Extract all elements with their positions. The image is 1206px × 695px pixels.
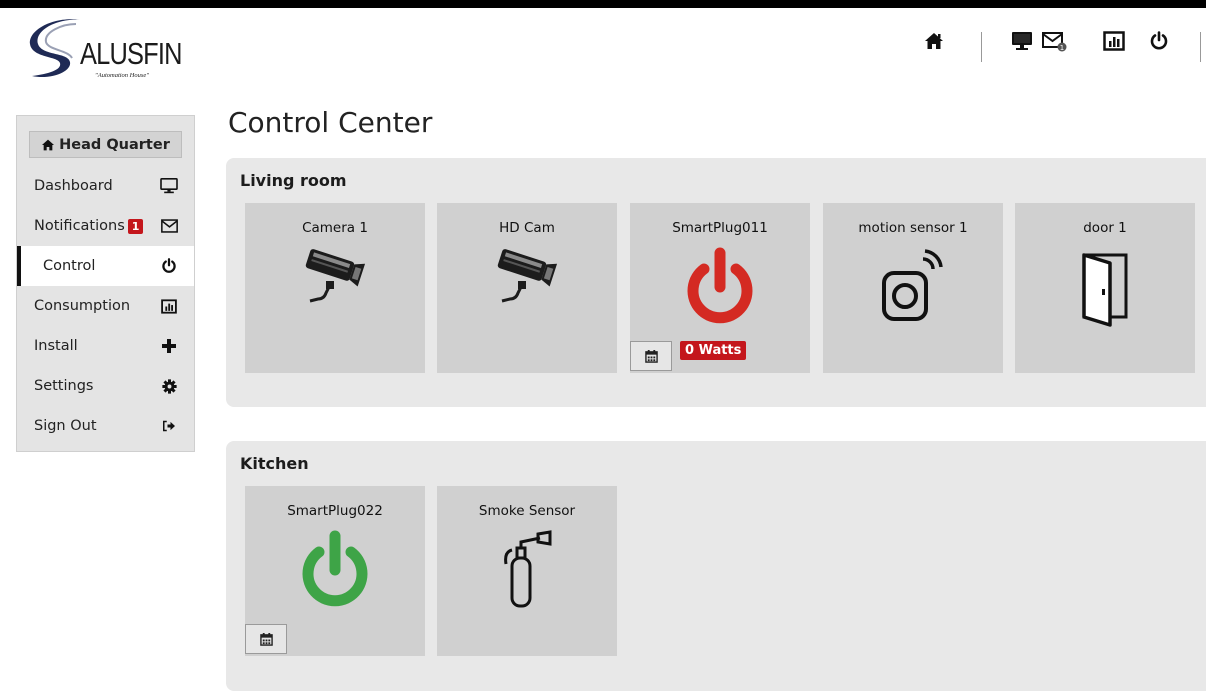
sidebar-item-label: Notifications (34, 218, 125, 234)
sidebar-item-install[interactable]: Install (17, 326, 194, 366)
room-panel-living-room: Living room Camera 1 HD Cam SmartPlug011… (226, 158, 1206, 407)
desktop-icon[interactable] (1009, 28, 1035, 54)
sidebar-item-label: Settings (34, 378, 94, 394)
camera-icon (437, 249, 617, 311)
mail-badge: 1 (1060, 44, 1064, 52)
device-tile-motion-sensor-1[interactable]: motion sensor 1 (823, 203, 1003, 373)
logo-tagline: "Automation House" (95, 72, 150, 79)
door-icon (1015, 251, 1195, 329)
sidebar-item-label: Sign Out (34, 418, 97, 434)
page-title: Control Center (228, 106, 433, 139)
sidebar: Head Quarter Dashboard Notifications 1 C… (16, 115, 195, 452)
fire-extinguisher-icon (437, 530, 617, 610)
device-tile-smartplug011[interactable]: SmartPlug011 0 Watts (630, 203, 810, 373)
device-label: motion sensor 1 (858, 220, 968, 236)
calendar-icon (644, 349, 658, 363)
sidebar-item-consumption[interactable]: Consumption (17, 286, 194, 326)
power-usage-badge: 0 Watts (680, 341, 747, 360)
device-label: HD Cam (499, 220, 555, 236)
desktop-icon (160, 177, 178, 195)
device-tile-door-1[interactable]: door 1 (1015, 203, 1195, 373)
device-tile-hd-cam[interactable]: HD Cam (437, 203, 617, 373)
room-title: Kitchen (240, 454, 309, 473)
schedule-button[interactable] (630, 341, 672, 371)
power-icon (160, 257, 178, 275)
page: ALUSFIN "Automation House" 1 Head Quarte… (0, 8, 1206, 695)
device-tile-smartplug022[interactable]: SmartPlug022 (245, 486, 425, 656)
toolbar-divider (981, 32, 982, 62)
power-icon[interactable] (245, 528, 425, 612)
sidebar-item-settings[interactable]: Settings (17, 366, 194, 406)
room-title: Living room (240, 171, 347, 190)
bar-chart-icon[interactable] (1101, 28, 1127, 54)
device-label: SmartPlug011 (672, 220, 768, 236)
device-tile-smoke-sensor[interactable]: Smoke Sensor (437, 486, 617, 656)
calendar-icon (259, 632, 273, 646)
bar-chart-icon (160, 297, 178, 315)
motion-sensor-icon (823, 247, 1003, 327)
home-icon (42, 139, 55, 150)
sidebar-heading[interactable]: Head Quarter (29, 131, 182, 158)
envelope-icon (160, 217, 178, 235)
home-icon[interactable] (921, 28, 947, 54)
power-icon[interactable] (1146, 28, 1172, 54)
device-tile-camera-1[interactable]: Camera 1 (245, 203, 425, 373)
schedule-button[interactable] (245, 624, 287, 654)
sidebar-item-notifications[interactable]: Notifications 1 (17, 206, 194, 246)
device-label: Smoke Sensor (478, 503, 576, 519)
sidebar-item-label: Install (34, 338, 78, 354)
sidebar-heading-label: Head Quarter (59, 136, 170, 153)
sidebar-item-sign-out[interactable]: Sign Out (17, 406, 194, 446)
power-icon[interactable] (630, 245, 810, 329)
device-label: door 1 (1083, 220, 1127, 236)
camera-icon (245, 249, 425, 311)
sidebar-item-label: Dashboard (34, 178, 113, 194)
sidebar-item-control[interactable]: Control (17, 246, 194, 286)
envelope-icon[interactable]: 1 (1042, 28, 1068, 54)
sidebar-item-label: Control (43, 258, 96, 274)
device-label: SmartPlug022 (287, 503, 383, 519)
top-toolbar: 1 (0, 22, 1206, 62)
toolbar-divider (1200, 32, 1201, 62)
sidebar-item-label: Consumption (34, 298, 131, 314)
notification-badge: 1 (127, 218, 144, 234)
room-panel-kitchen: Kitchen SmartPlug022 Smoke Sensor (226, 441, 1206, 691)
device-label: Camera 1 (302, 220, 368, 236)
sign-out-icon (160, 417, 178, 435)
sidebar-item-dashboard[interactable]: Dashboard (17, 166, 194, 206)
plus-icon (160, 337, 178, 355)
gear-icon (160, 377, 178, 395)
